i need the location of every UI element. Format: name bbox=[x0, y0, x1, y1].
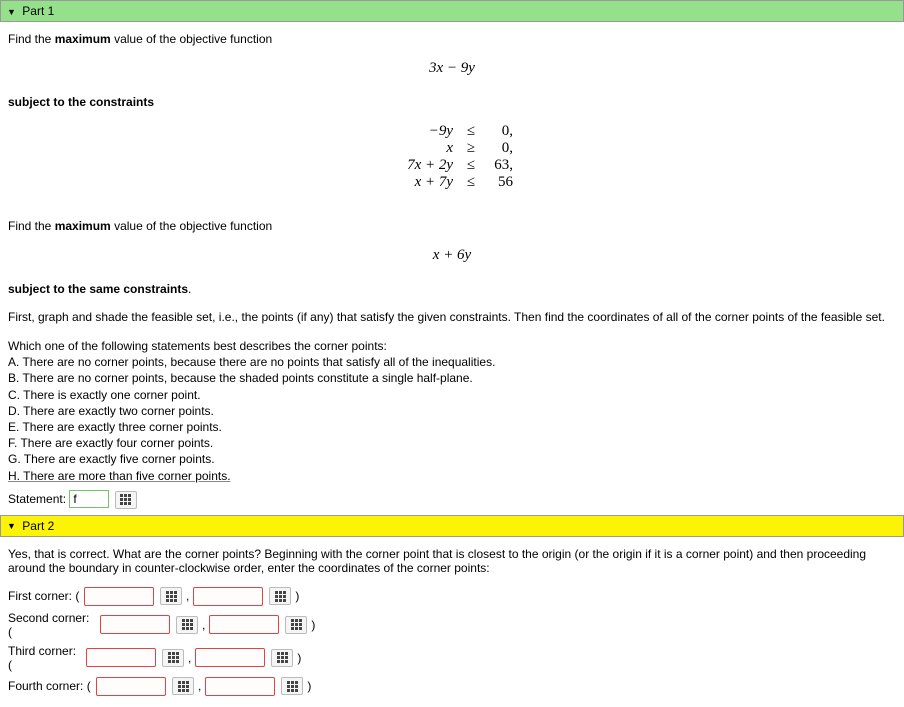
constraints-block: −9y≤0, x≥0, 7x + 2y≤63, x + 7y≤56 bbox=[8, 123, 896, 191]
options-question: Which one of the following statements be… bbox=[8, 338, 896, 354]
objective2-formula: x + 6y bbox=[8, 247, 896, 264]
option-f: F. There are exactly four corner points. bbox=[8, 435, 896, 451]
corner-row-1: First corner: ( , ) bbox=[8, 587, 896, 606]
text-bold: maximum bbox=[55, 32, 111, 46]
constraint-lhs: 7x + 2y bbox=[391, 157, 461, 174]
keypad-icon[interactable] bbox=[160, 587, 182, 605]
option-a: A. There are no corner points, because t… bbox=[8, 354, 896, 370]
comma: , bbox=[186, 589, 189, 603]
corner1-y-input[interactable] bbox=[193, 587, 263, 606]
caret-down-icon: ▼ bbox=[7, 7, 16, 17]
keypad-icon[interactable] bbox=[281, 677, 303, 695]
corner4-y-input[interactable] bbox=[205, 677, 275, 696]
part1-content: Find the maximum value of the objective … bbox=[0, 22, 904, 515]
option-b: B. There are no corner points, because t… bbox=[8, 370, 896, 386]
comma: , bbox=[188, 651, 191, 665]
constraint-rhs: 0, bbox=[481, 123, 513, 140]
corner2-y-input[interactable] bbox=[209, 615, 279, 634]
constraint-rhs: 56 bbox=[481, 174, 513, 191]
close-paren: ) bbox=[307, 679, 311, 693]
corner-row-3: Third corner: ( , ) bbox=[8, 644, 896, 672]
statement-label: Statement: bbox=[8, 492, 66, 506]
text: Find the bbox=[8, 32, 55, 46]
corner1-x-input[interactable] bbox=[84, 587, 154, 606]
corner-row-4: Fourth corner: ( , ) bbox=[8, 677, 896, 696]
option-h: H. There are more than five corner point… bbox=[8, 468, 896, 484]
option-e: E. There are exactly three corner points… bbox=[8, 419, 896, 435]
corner4-x-input[interactable] bbox=[96, 677, 166, 696]
statement-row: Statement: bbox=[8, 490, 896, 509]
option-g: G. There are exactly five corner points. bbox=[8, 451, 896, 467]
constraint-rel: ≥ bbox=[461, 140, 481, 157]
constraint-rel: ≤ bbox=[461, 174, 481, 191]
options-block: Which one of the following statements be… bbox=[8, 338, 896, 484]
keypad-icon[interactable] bbox=[172, 677, 194, 695]
constraint-rel: ≤ bbox=[461, 157, 481, 174]
constraint-rhs: 0, bbox=[481, 140, 513, 157]
text-bold: maximum bbox=[55, 219, 111, 233]
corner-label-2: Second corner: ( bbox=[8, 611, 96, 639]
corner3-x-input[interactable] bbox=[86, 648, 156, 667]
objective1-formula: 3x − 9y bbox=[8, 60, 896, 77]
statement-input[interactable] bbox=[69, 490, 109, 508]
subject-to-constraints: subject to the constraints bbox=[8, 95, 896, 109]
text-bold: subject to the constraints bbox=[8, 95, 154, 109]
subject-to-same: subject to the same constraints. bbox=[8, 282, 896, 296]
part2-title: Part 2 bbox=[22, 519, 54, 533]
close-paren: ) bbox=[311, 618, 315, 632]
constraint-lhs: x + 7y bbox=[391, 174, 461, 191]
math: x + 6y bbox=[433, 247, 471, 263]
keypad-icon[interactable] bbox=[162, 649, 184, 667]
instructions-text: First, graph and shade the feasible set,… bbox=[8, 310, 896, 324]
comma: , bbox=[202, 618, 205, 632]
corner2-x-input[interactable] bbox=[100, 615, 170, 634]
keypad-icon[interactable] bbox=[271, 649, 293, 667]
keypad-icon[interactable] bbox=[176, 616, 198, 634]
text-bold: subject to the same constraints bbox=[8, 282, 188, 296]
option-d: D. There are exactly two corner points. bbox=[8, 403, 896, 419]
corner-row-2: Second corner: ( , ) bbox=[8, 611, 896, 639]
comma: , bbox=[198, 679, 201, 693]
constraint-rel: ≤ bbox=[461, 123, 481, 140]
constraint-lhs: x bbox=[391, 140, 461, 157]
constraint-rhs: 63, bbox=[481, 157, 513, 174]
caret-down-icon: ▼ bbox=[7, 521, 16, 531]
keypad-icon[interactable] bbox=[115, 491, 137, 509]
part1-header[interactable]: ▼ Part 1 bbox=[0, 0, 904, 22]
close-paren: ) bbox=[295, 589, 299, 603]
part2-feedback: Yes, that is correct. What are the corne… bbox=[8, 547, 896, 575]
corner-label-1: First corner: ( bbox=[8, 589, 80, 603]
close-paren: ) bbox=[297, 651, 301, 665]
keypad-icon[interactable] bbox=[269, 587, 291, 605]
text: value of the objective function bbox=[111, 219, 272, 233]
text: value of the objective function bbox=[111, 32, 272, 46]
objective1-intro: Find the maximum value of the objective … bbox=[8, 32, 896, 46]
corner-label-4: Fourth corner: ( bbox=[8, 679, 92, 693]
keypad-icon[interactable] bbox=[285, 616, 307, 634]
part2-header[interactable]: ▼ Part 2 bbox=[0, 515, 904, 537]
objective2-intro: Find the maximum value of the objective … bbox=[8, 219, 896, 233]
corner3-y-input[interactable] bbox=[195, 648, 265, 667]
constraint-lhs: −9y bbox=[391, 123, 461, 140]
corner-label-3: Third corner: ( bbox=[8, 644, 82, 672]
part1-title: Part 1 bbox=[22, 4, 54, 18]
math: 3x − 9y bbox=[429, 60, 475, 76]
option-c: C. There is exactly one corner point. bbox=[8, 387, 896, 403]
text: Find the bbox=[8, 219, 55, 233]
